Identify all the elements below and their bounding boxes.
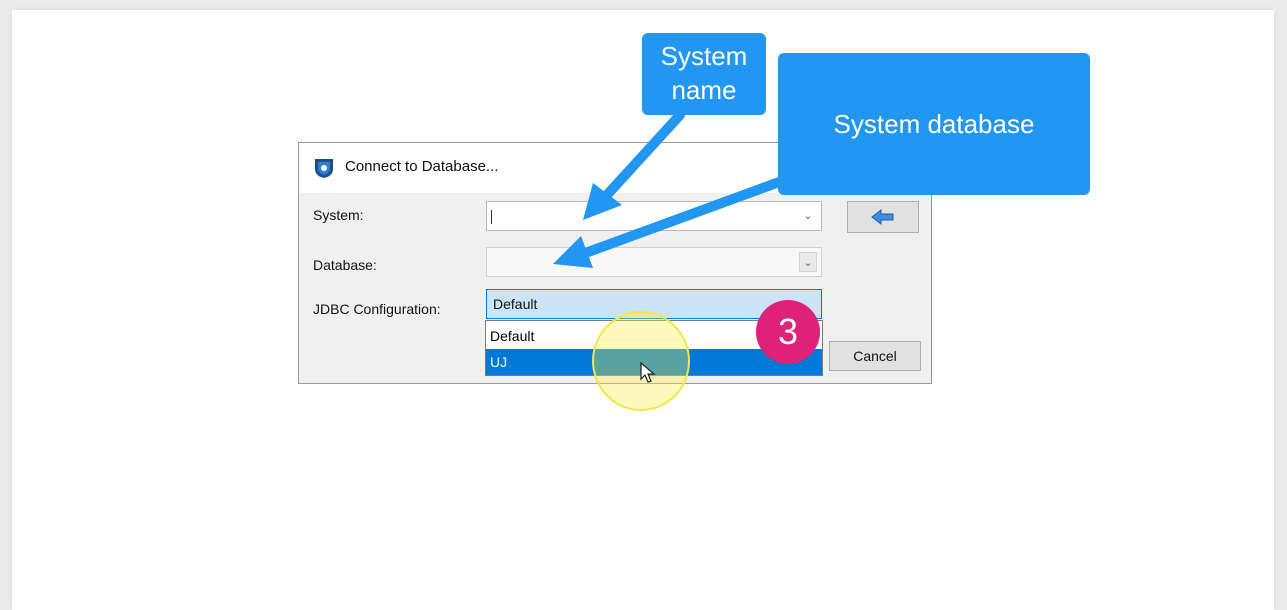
callout-system-name: System name [642, 33, 766, 115]
callout-system-database: System database [778, 53, 1090, 195]
